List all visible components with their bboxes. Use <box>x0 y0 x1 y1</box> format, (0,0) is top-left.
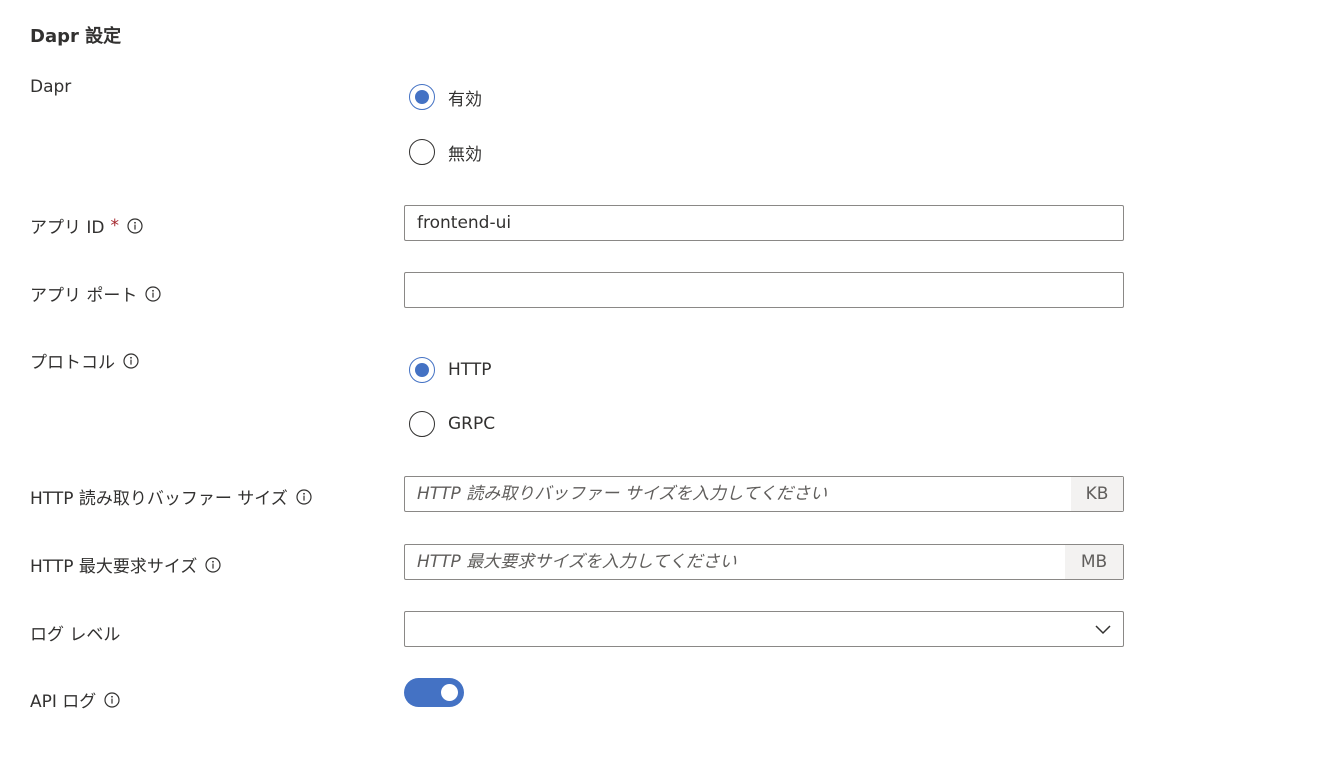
app-port-label: アプリ ポート <box>30 281 162 306</box>
radio-unchecked-circle <box>409 139 435 165</box>
log-level-label: ログ レベル <box>30 620 120 645</box>
http-read-buffer-label-text: HTTP 読み取りバッファー サイズ <box>30 489 288 509</box>
http-max-request-label: HTTP 最大要求サイズ <box>30 552 222 577</box>
protocol-label: プロトコル <box>30 348 139 373</box>
http-read-buffer-field: KB <box>404 476 1124 512</box>
info-icon[interactable] <box>104 691 120 708</box>
info-icon[interactable] <box>296 488 312 505</box>
api-log-label-text: API ログ <box>30 692 97 712</box>
protocol-http-label: HTTP <box>448 360 492 380</box>
http-read-buffer-input[interactable] <box>405 477 1071 511</box>
dapr-disabled-label: 無効 <box>448 144 482 165</box>
dapr-disabled-radio[interactable]: 無効 <box>409 139 482 165</box>
info-icon[interactable] <box>145 285 162 302</box>
mb-unit-suffix: MB <box>1065 545 1123 579</box>
toggle-knob <box>441 684 458 701</box>
protocol-grpc-label: GRPC <box>448 414 496 434</box>
app-id-label: アプリ ID * <box>30 213 143 238</box>
app-port-label-text: アプリ ポート <box>30 286 138 306</box>
api-log-label: API ログ <box>30 687 120 712</box>
app-id-label-text: アプリ ID <box>30 218 105 238</box>
http-max-request-field: MB <box>404 544 1124 580</box>
kb-unit-suffix: KB <box>1071 477 1123 511</box>
info-icon[interactable] <box>205 556 222 573</box>
section-title: Dapr 設定 <box>30 26 122 47</box>
radio-dot <box>415 90 429 104</box>
radio-checked-circle <box>409 84 435 110</box>
info-icon[interactable] <box>123 352 139 369</box>
log-level-dropdown[interactable] <box>404 611 1124 647</box>
info-icon[interactable] <box>127 217 143 234</box>
dapr-enabled-radio[interactable]: 有効 <box>409 84 482 110</box>
http-max-request-input[interactable] <box>405 545 1065 579</box>
protocol-label-text: プロトコル <box>30 353 115 373</box>
required-mark: * <box>110 215 120 236</box>
log-level-label-text: ログ レベル <box>30 625 121 645</box>
api-log-toggle[interactable] <box>404 678 464 707</box>
radio-checked-circle <box>409 357 435 383</box>
chevron-down-icon <box>1095 625 1111 635</box>
protocol-grpc-radio[interactable]: GRPC <box>409 411 495 437</box>
app-id-input[interactable] <box>404 205 1124 241</box>
dapr-label-text: Dapr <box>30 77 72 97</box>
app-port-input[interactable] <box>404 272 1124 308</box>
http-max-request-label-text: HTTP 最大要求サイズ <box>30 557 198 577</box>
radio-dot <box>415 363 429 377</box>
radio-unchecked-circle <box>409 411 435 437</box>
dapr-enabled-label: 有効 <box>448 89 482 110</box>
http-read-buffer-label: HTTP 読み取りバッファー サイズ <box>30 484 312 509</box>
protocol-http-radio[interactable]: HTTP <box>409 357 492 383</box>
dapr-label: Dapr <box>30 77 71 97</box>
